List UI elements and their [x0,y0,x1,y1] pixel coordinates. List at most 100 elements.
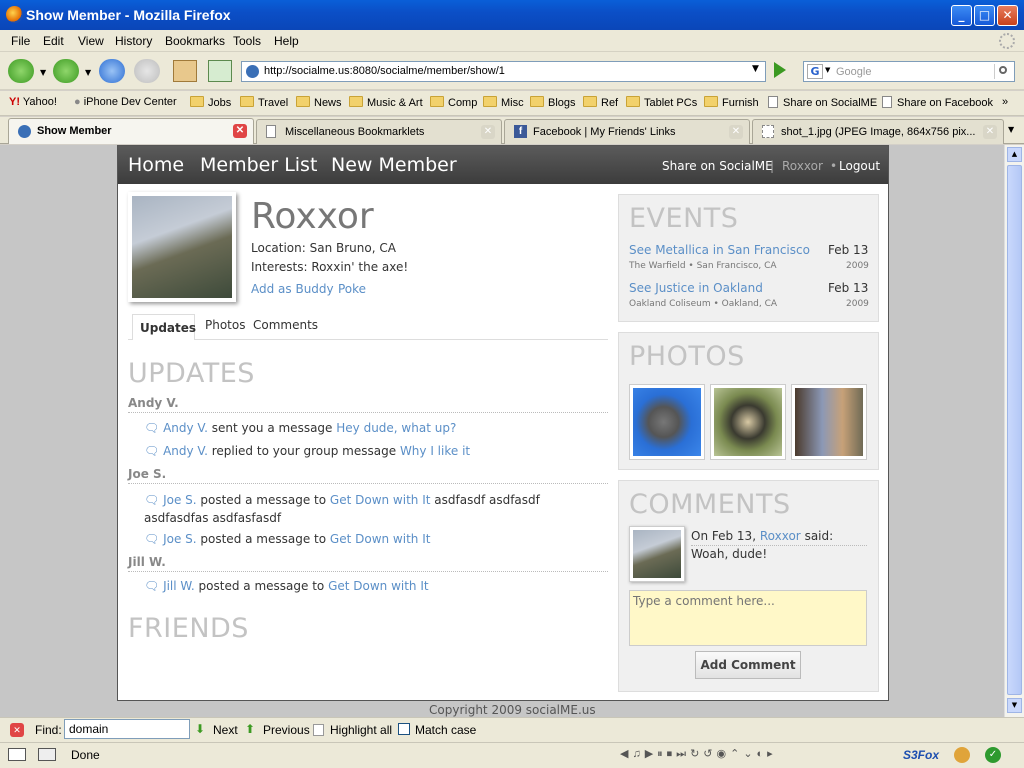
folder-icon [349,96,363,107]
nav-member-list-link[interactable]: Member List [200,154,317,176]
maximize-button[interactable]: □ [974,5,995,26]
photo-thumbnail[interactable] [629,384,705,460]
bookmark-folder-misc[interactable]: Misc [483,96,524,109]
update-user-link[interactable]: Andy V. [163,421,208,435]
highlight-all-button[interactable]: Highlight all [330,723,392,737]
bookmark-folder-jobs[interactable]: Jobs [190,96,231,109]
bookmark-folder-tablet-pcs[interactable]: Tablet PCs [626,96,697,109]
media-controls[interactable]: ◀♫▶⏸⏹⏭↻↺◉⌃⌄◐▸ [620,747,777,761]
tab-list-icon[interactable]: ▼ [1008,125,1014,134]
comment-textarea[interactable] [629,590,867,646]
update-target-link[interactable]: Get Down with It [330,532,431,546]
add-comment-button[interactable]: Add Comment [695,651,801,679]
greasemonkey-icon[interactable] [954,747,970,763]
update-target-link[interactable]: Get Down with It [328,579,429,593]
page-style-icon[interactable] [38,748,56,761]
bookmark-folder-ref[interactable]: Ref [583,96,618,109]
nav-home-link[interactable]: Home [128,154,184,176]
search-magnifier-icon[interactable] [994,64,1012,79]
forward-button[interactable] [53,59,79,83]
find-previous-button[interactable]: Previous [263,723,310,737]
tab-label: Miscellaneous Bookmarklets [285,126,425,138]
url-bar[interactable]: http://socialme.us:8080/socialme/member/… [241,61,766,82]
scroll-up-icon[interactable]: ▲ [1007,147,1022,162]
close-find-icon[interactable]: ✕ [10,723,24,737]
tab-miscellaneous-bookmarklets[interactable]: Miscellaneous Bookmarklets ✕ [256,119,502,144]
profile-avatar [128,192,236,302]
search-engine-icon[interactable]: G [807,64,823,79]
menu-edit[interactable]: Edit [43,34,64,48]
menu-bookmarks[interactable]: Bookmarks [165,34,225,48]
reload-button[interactable] [99,59,125,83]
tab-show-member[interactable]: Show Member ✕ [8,118,254,144]
bookmark-folder-news[interactable]: News [296,96,342,109]
event-title-link[interactable]: See Metallica in San Francisco [629,243,810,257]
menu-history[interactable]: History [115,34,152,48]
image-icon [762,125,774,138]
bookmark-folder-comp[interactable]: Comp [430,96,477,109]
s3fox-button[interactable]: S3Fox [903,748,939,762]
menu-view[interactable]: View [78,34,104,48]
find-next-button[interactable]: Next [213,723,238,737]
find-input[interactable] [64,719,190,739]
sidebar-toggle-icon[interactable] [8,748,26,761]
check-icon[interactable]: ✓ [985,747,1001,763]
event-title-link[interactable]: See Justice in Oakland [629,281,763,295]
stop-button[interactable] [134,59,160,83]
nav-logout-link[interactable]: Logout [839,159,880,173]
bookmark-share-facebook[interactable]: Share on Facebook [882,96,993,109]
vertical-scrollbar[interactable]: ▲ ▼ [1004,145,1024,717]
go-button[interactable] [774,62,786,78]
search-field[interactable]: G ▼ Google [803,61,1015,82]
update-target-link[interactable]: Get Down with It [330,493,431,507]
add-buddy-link[interactable]: Add as Buddy [251,282,334,296]
url-dropdown-icon[interactable]: ▼ [752,64,759,74]
close-tab-icon[interactable]: ✕ [983,125,997,139]
update-user-link[interactable]: Andy V. [163,444,208,458]
scrollbar-thumb[interactable] [1007,165,1022,695]
bookmark-folder-furnish[interactable]: Furnish [704,96,759,109]
update-target-link[interactable]: Hey dude, what up? [336,421,456,435]
tab-shot-jpg[interactable]: shot_1.jpg (JPEG Image, 864x756 pix... ✕ [752,119,1004,144]
nav-user-link[interactable]: Roxxor [782,159,823,173]
new-tab-icon[interactable] [208,60,232,82]
update-user-link[interactable]: Jill W. [163,579,195,593]
close-tab-icon[interactable]: ✕ [729,125,743,139]
bookmark-folder-blogs[interactable]: Blogs [530,96,576,109]
close-window-button[interactable]: ✕ [997,5,1018,26]
menu-help[interactable]: Help [274,34,299,48]
bookmark-folder-travel[interactable]: Travel [240,96,288,109]
nav-share-link[interactable]: Share on SocialME [662,159,773,173]
tab-facebook[interactable]: f Facebook | My Friends' Links ✕ [504,119,750,144]
poke-link[interactable]: Poke [338,282,366,296]
close-tab-icon[interactable]: ✕ [481,125,495,139]
home-icon[interactable] [173,60,197,82]
back-dropdown-icon[interactable]: ▼ [40,68,46,77]
tab-bar: Show Member ✕ Miscellaneous Bookmarklets… [0,117,1024,144]
menu-tools[interactable]: Tools [233,34,261,48]
subtab-comments[interactable]: Comments [253,318,318,332]
update-user-link[interactable]: Joe S. [163,532,197,546]
photo-thumbnail[interactable] [710,384,786,460]
update-user-link[interactable]: Joe S. [163,493,197,507]
back-button[interactable] [8,59,34,83]
forward-dropdown-icon[interactable]: ▼ [85,68,91,77]
close-tab-icon[interactable]: ✕ [233,124,247,138]
engine-dropdown-icon[interactable]: ▼ [825,66,830,74]
nav-new-member-link[interactable]: New Member [331,154,457,176]
menu-file[interactable]: File [11,34,30,48]
match-case-checkbox[interactable] [398,723,410,735]
bookmark-yahoo[interactable]: Y! Yahoo! [9,96,57,108]
bookmark-iphone-dev-center[interactable]: ● iPhone Dev Center [74,96,177,108]
comment-author-link[interactable]: Roxxor [760,529,801,543]
subtab-photos[interactable]: Photos [205,318,245,332]
update-target-link[interactable]: Why I like it [400,444,470,458]
update-item: 🗨 Joe S. posted a message to Get Down wi… [144,532,431,546]
subtab-updates[interactable]: Updates [132,314,196,340]
bookmarks-overflow-icon[interactable]: » [1002,96,1008,108]
bookmark-share-socialme[interactable]: Share on SocialME [768,96,877,109]
minimize-button[interactable]: _ [951,5,972,26]
bookmark-folder-music-art[interactable]: Music & Art [349,96,423,109]
scroll-down-icon[interactable]: ▼ [1007,698,1022,713]
photo-thumbnail[interactable] [791,384,867,460]
